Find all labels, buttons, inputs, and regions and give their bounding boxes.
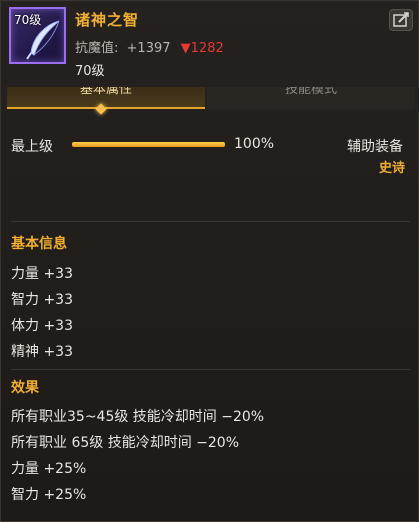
- effect-line: 所有职业35~45级 技能冷却时间 −20%: [11, 409, 265, 425]
- tab-skill-mode-label: 技能模式: [284, 87, 337, 97]
- compare-button[interactable]: [389, 9, 413, 31]
- level-requirement: 70级: [75, 64, 105, 79]
- effect-line: 智力 +25%: [11, 487, 87, 503]
- resist-value-row: 抗魔值: +1397 ▼1282: [75, 37, 224, 56]
- level-grade-label: 最上级: [11, 139, 53, 155]
- basic-stat: 精神 +33: [11, 344, 73, 360]
- grade-progress-fill: [72, 142, 225, 147]
- equipment-type: 辅助装备: [347, 139, 403, 155]
- item-name: 诸神之智: [75, 11, 140, 29]
- resist-decrease: 1282: [190, 41, 224, 56]
- rarity-badge: 史诗: [379, 161, 406, 176]
- effects-title: 效果: [11, 380, 39, 396]
- divider: [11, 221, 410, 222]
- basic-stat: 力量 +33: [11, 266, 73, 282]
- grade-progress-bar: [72, 142, 225, 147]
- basic-stat: 体力 +33: [11, 318, 73, 334]
- resist-plus: +1397: [126, 41, 171, 56]
- basic-info-title: 基本信息: [11, 236, 67, 252]
- divider: [11, 369, 410, 370]
- effect-line: 所有职业 65级 技能冷却时间 −20%: [11, 435, 240, 451]
- tab-skill-mode[interactable]: 技能模式: [207, 87, 415, 109]
- tab-basic-attributes-label: 基本属性: [79, 87, 132, 97]
- item-tooltip-panel: 70级 诸神之智 抗魔值: +1397 ▼1282 70级 基本属性 技能模式 …: [0, 0, 419, 522]
- edit-icon: [393, 12, 409, 27]
- basic-stat: 智力 +33: [11, 292, 73, 308]
- effect-line: 力量 +25%: [11, 461, 87, 477]
- resist-label: 抗魔值:: [75, 41, 119, 56]
- down-arrow-icon: ▼: [180, 41, 191, 56]
- grade-percent: 100%: [234, 136, 275, 152]
- feather-icon: [26, 20, 60, 60]
- item-icon: 70级: [9, 7, 66, 64]
- tab-basic-attributes[interactable]: 基本属性: [7, 87, 205, 109]
